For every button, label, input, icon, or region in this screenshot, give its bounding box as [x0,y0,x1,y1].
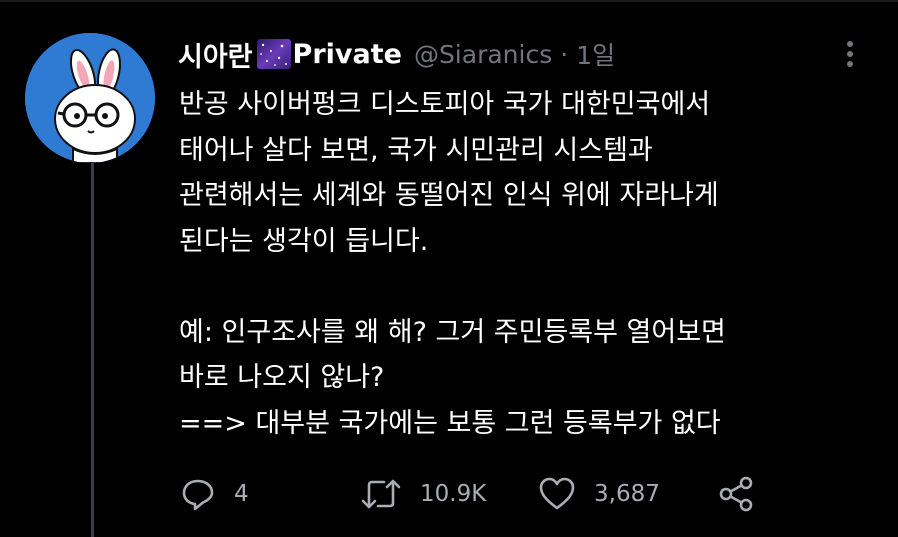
galaxy-emoji-icon [256,39,291,69]
retweet-icon [360,476,402,512]
user-handle[interactable]: @Siaranics [414,40,552,69]
more-options-icon[interactable] [838,36,862,76]
tweet[interactable]: 시아란 Private @Siaranics · 1일 반공 사이버펑크 디스토… [0,0,898,537]
tweet-text-line: ==> 대부분 국가에는 보통 그런 등록부가 없다 [179,407,721,439]
tweet-header: 시아란 Private @Siaranics · 1일 [178,34,615,74]
share-button[interactable] [717,472,755,516]
tweet-text-line: 예: 인구조사를 왜 해? 그거 주민등록부 열어보면 [179,316,726,348]
reply-icon [180,476,216,512]
avatar[interactable] [25,33,155,163]
reply-button[interactable]: 4 [180,472,249,516]
share-icon [717,475,755,513]
tweet-actions: 4 10.9K 3,687 [180,472,880,516]
tweet-text-line: 된다는 생각이 듭니다. [179,225,429,257]
heart-icon [538,476,576,512]
timestamp[interactable]: 1일 [576,36,615,72]
tweet-text-line: 관련해서는 세계와 동떨어진 인식 위에 자라나게 [179,180,719,211]
like-count: 3,687 [594,481,660,507]
divider [0,0,898,2]
tweet-text-line [179,264,859,310]
retweet-count: 10.9K [420,481,487,507]
rabbit-avatar-icon [25,33,155,163]
tweet-text-line: 태어나 살다 보면, 국가 시민관리 시스템과 [179,134,653,166]
like-button[interactable]: 3,687 [538,472,660,516]
separator-dot: · [560,39,569,69]
tweet-text-line: 반공 사이버펑크 디스토피아 국가 대한민국에서 [179,89,711,120]
tweet-text-line: 바로 나오지 않나? [179,362,385,393]
display-name-suffix[interactable]: Private [293,39,402,70]
display-name[interactable]: 시아란 [178,35,253,74]
reply-count: 4 [234,481,249,507]
thread-line [91,163,94,537]
retweet-button[interactable]: 10.9K [360,472,486,516]
tweet-text: 반공 사이버펑크 디스토피아 국가 대한민국에서 태어나 살다 보면, 국가 시… [179,82,859,446]
